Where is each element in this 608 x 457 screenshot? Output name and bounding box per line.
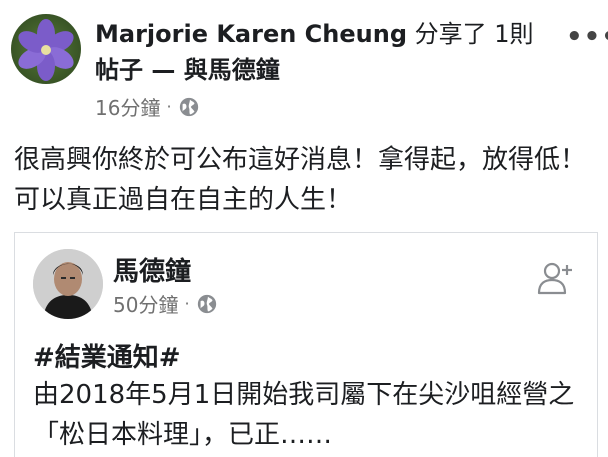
shared-author-name[interactable]: 馬德鐘 [113, 251, 191, 288]
post-meta: 16分鐘 · [95, 92, 200, 121]
post-type-label: 帖子 — 與 [95, 56, 208, 84]
poster-avatar[interactable] [11, 14, 81, 84]
shared-post-time[interactable]: 50分鐘 [113, 289, 178, 318]
tagged-name[interactable]: 馬德鐘 [208, 56, 280, 84]
post-body: 很高興你終於可公布這好消息！拿得起，放得低！可以真正過自在自主的人生！ [14, 145, 587, 215]
more-options-icon[interactable]: ••• [566, 22, 608, 52]
shared-post-body: 由2018年5月1日開始我司屬下在尖沙咀經營之「松日本料理」，已正…… [33, 380, 575, 450]
shared-text: 分享了 1則 [407, 20, 534, 48]
flower-photo [18, 19, 74, 81]
shared-author-avatar[interactable] [33, 249, 103, 319]
post-header: Marjorie Karen Cheung 分享了 1則 [95, 18, 534, 50]
post-time[interactable]: 16分鐘 [95, 92, 160, 121]
public-globe-icon [197, 294, 216, 313]
meta-separator: · [184, 294, 190, 313]
public-globe-icon [179, 97, 198, 116]
meta-separator: · [166, 97, 172, 116]
poster-name[interactable]: Marjorie Karen Cheung [95, 20, 407, 48]
facebook-post: Marjorie Karen Cheung 分享了 1則 帖子 — 與馬德鐘 •… [0, 0, 608, 457]
post-header-line2: 帖子 — 與馬德鐘 [95, 54, 280, 86]
add-friend-icon[interactable] [537, 261, 573, 295]
shared-post-meta: 50分鐘 · [113, 289, 218, 318]
shared-post-card[interactable]: 馬德鐘 50分鐘 · #結業通知# 由2018年5月1日開始我司屬下在尖沙咀經營… [14, 232, 598, 457]
shared-post-headline: #結業通知# [33, 343, 181, 373]
author-portrait [33, 249, 103, 319]
